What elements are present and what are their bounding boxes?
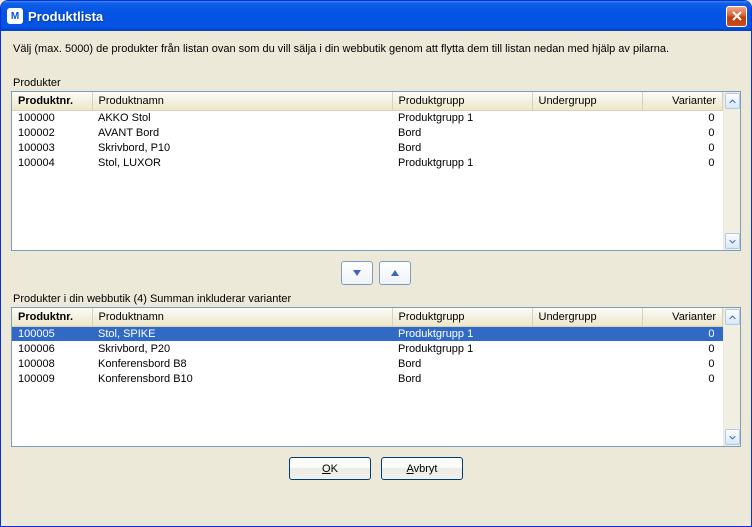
cell-variants: 0 — [642, 356, 723, 371]
products-table: Produktnr. Produktnamn Produktgrupp Unde… — [12, 92, 723, 170]
cell-nr: 100008 — [12, 356, 92, 371]
cell-group: Bord — [392, 125, 532, 140]
cell-name: Stol, LUXOR — [92, 155, 392, 170]
cell-variants: 0 — [642, 110, 723, 125]
webshop-products-label: Produkter i din webbutik (4) Summan inkl… — [11, 293, 741, 305]
cell-nr: 100009 — [12, 371, 92, 386]
cell-group: Produktgrupp 1 — [392, 155, 532, 170]
cell-subgroup — [532, 110, 642, 125]
table-row[interactable]: 100003Skrivbord, P10Bord 0 — [12, 140, 723, 155]
cancel-button[interactable]: Avbryt — [381, 457, 463, 480]
cell-nr: 100000 — [12, 110, 92, 125]
ok-button[interactable]: OK — [289, 457, 371, 480]
scroll-down-button[interactable] — [725, 233, 740, 249]
cell-name: Skrivbord, P10 — [92, 140, 392, 155]
chevron-down-icon — [729, 238, 736, 245]
cell-variants: 0 — [642, 125, 723, 140]
cell-variants: 0 — [642, 155, 723, 170]
col-header-subgroup[interactable]: Undergrupp — [532, 92, 642, 110]
move-up-button[interactable] — [379, 261, 411, 285]
cell-name: AKKO Stol — [92, 110, 392, 125]
scroll-up-button[interactable] — [725, 93, 740, 109]
cell-nr: 100002 — [12, 125, 92, 140]
cell-group: Produktgrupp 1 — [392, 341, 532, 356]
cell-variants: 0 — [642, 140, 723, 155]
col-header-group[interactable]: Produktgrupp — [392, 308, 532, 326]
table-row[interactable]: 100009Konferensbord B10Bord 0 — [12, 371, 723, 386]
cell-group: Bord — [392, 371, 532, 386]
close-icon — [732, 11, 742, 21]
cell-variants: 0 — [642, 341, 723, 356]
cell-name: Konferensbord B10 — [92, 371, 392, 386]
col-header-group[interactable]: Produktgrupp — [392, 92, 532, 110]
scrollbar[interactable] — [723, 308, 740, 446]
cell-name: Stol, SPIKE — [92, 326, 392, 341]
cell-subgroup — [532, 125, 642, 140]
instruction-text: Välj (max. 5000) de produkter från lista… — [11, 43, 741, 55]
col-header-nr[interactable]: Produktnr. — [12, 92, 92, 110]
table-row[interactable]: 100004Stol, LUXORProduktgrupp 1 0 — [12, 155, 723, 170]
col-header-name[interactable]: Produktnamn — [92, 308, 392, 326]
cell-group: Produktgrupp 1 — [392, 110, 532, 125]
cell-variants: 0 — [642, 371, 723, 386]
table-row[interactable]: 100000AKKO StolProduktgrupp 1 0 — [12, 110, 723, 125]
cell-subgroup — [532, 155, 642, 170]
app-icon: M — [7, 8, 23, 24]
cell-nr: 100003 — [12, 140, 92, 155]
cell-subgroup — [532, 140, 642, 155]
products-grid[interactable]: Produktnr. Produktnamn Produktgrupp Unde… — [11, 91, 741, 251]
cell-subgroup — [532, 371, 642, 386]
ok-rest: K — [331, 463, 338, 475]
move-down-button[interactable] — [341, 261, 373, 285]
col-header-variants[interactable]: Varianter — [642, 308, 723, 326]
scrollbar[interactable] — [723, 92, 740, 250]
table-row[interactable]: 100006Skrivbord, P20Produktgrupp 1 0 — [12, 341, 723, 356]
content-area: Välj (max. 5000) de produkter från lista… — [1, 31, 751, 526]
table-header-row: Produktnr. Produktnamn Produktgrupp Unde… — [12, 308, 723, 326]
cancel-rest: vbryt — [414, 463, 438, 475]
table-row[interactable]: 100008Konferensbord B8Bord 0 — [12, 356, 723, 371]
cell-group: Produktgrupp 1 — [392, 326, 532, 341]
titlebar: M Produktlista — [1, 1, 751, 31]
scroll-down-button[interactable] — [725, 429, 740, 445]
chevron-up-icon — [729, 98, 736, 105]
col-header-name[interactable]: Produktnamn — [92, 92, 392, 110]
triangle-down-icon — [352, 268, 362, 278]
cell-nr: 100004 — [12, 155, 92, 170]
products-label: Produkter — [11, 77, 741, 89]
col-header-subgroup[interactable]: Undergrupp — [532, 308, 642, 326]
table-row[interactable]: 100005Stol, SPIKEProduktgrupp 1 0 — [12, 326, 723, 341]
cell-nr: 100006 — [12, 341, 92, 356]
triangle-up-icon — [390, 268, 400, 278]
move-buttons-row — [11, 261, 741, 285]
webshop-products-table: Produktnr. Produktnamn Produktgrupp Unde… — [12, 308, 723, 386]
cell-variants: 0 — [642, 326, 723, 341]
dialog-window: M Produktlista Välj (max. 5000) de produ… — [0, 0, 752, 527]
cell-name: Skrivbord, P20 — [92, 341, 392, 356]
cell-nr: 100005 — [12, 326, 92, 341]
table-header-row: Produktnr. Produktnamn Produktgrupp Unde… — [12, 92, 723, 110]
cell-subgroup — [532, 356, 642, 371]
scroll-up-button[interactable] — [725, 309, 740, 325]
ok-mnemonic: O — [322, 463, 331, 475]
chevron-up-icon — [729, 314, 736, 321]
cancel-mnemonic: A — [407, 463, 414, 475]
cell-group: Bord — [392, 356, 532, 371]
chevron-down-icon — [729, 434, 736, 441]
cell-subgroup — [532, 326, 642, 341]
cell-name: AVANT Bord — [92, 125, 392, 140]
table-row[interactable]: 100002AVANT BordBord 0 — [12, 125, 723, 140]
col-header-variants[interactable]: Varianter — [642, 92, 723, 110]
close-button[interactable] — [726, 6, 747, 27]
webshop-products-grid[interactable]: Produktnr. Produktnamn Produktgrupp Unde… — [11, 307, 741, 447]
window-title: Produktlista — [28, 9, 726, 24]
cell-group: Bord — [392, 140, 532, 155]
cell-name: Konferensbord B8 — [92, 356, 392, 371]
dialog-buttons: OK Avbryt — [11, 447, 741, 482]
cell-subgroup — [532, 341, 642, 356]
col-header-nr[interactable]: Produktnr. — [12, 308, 92, 326]
